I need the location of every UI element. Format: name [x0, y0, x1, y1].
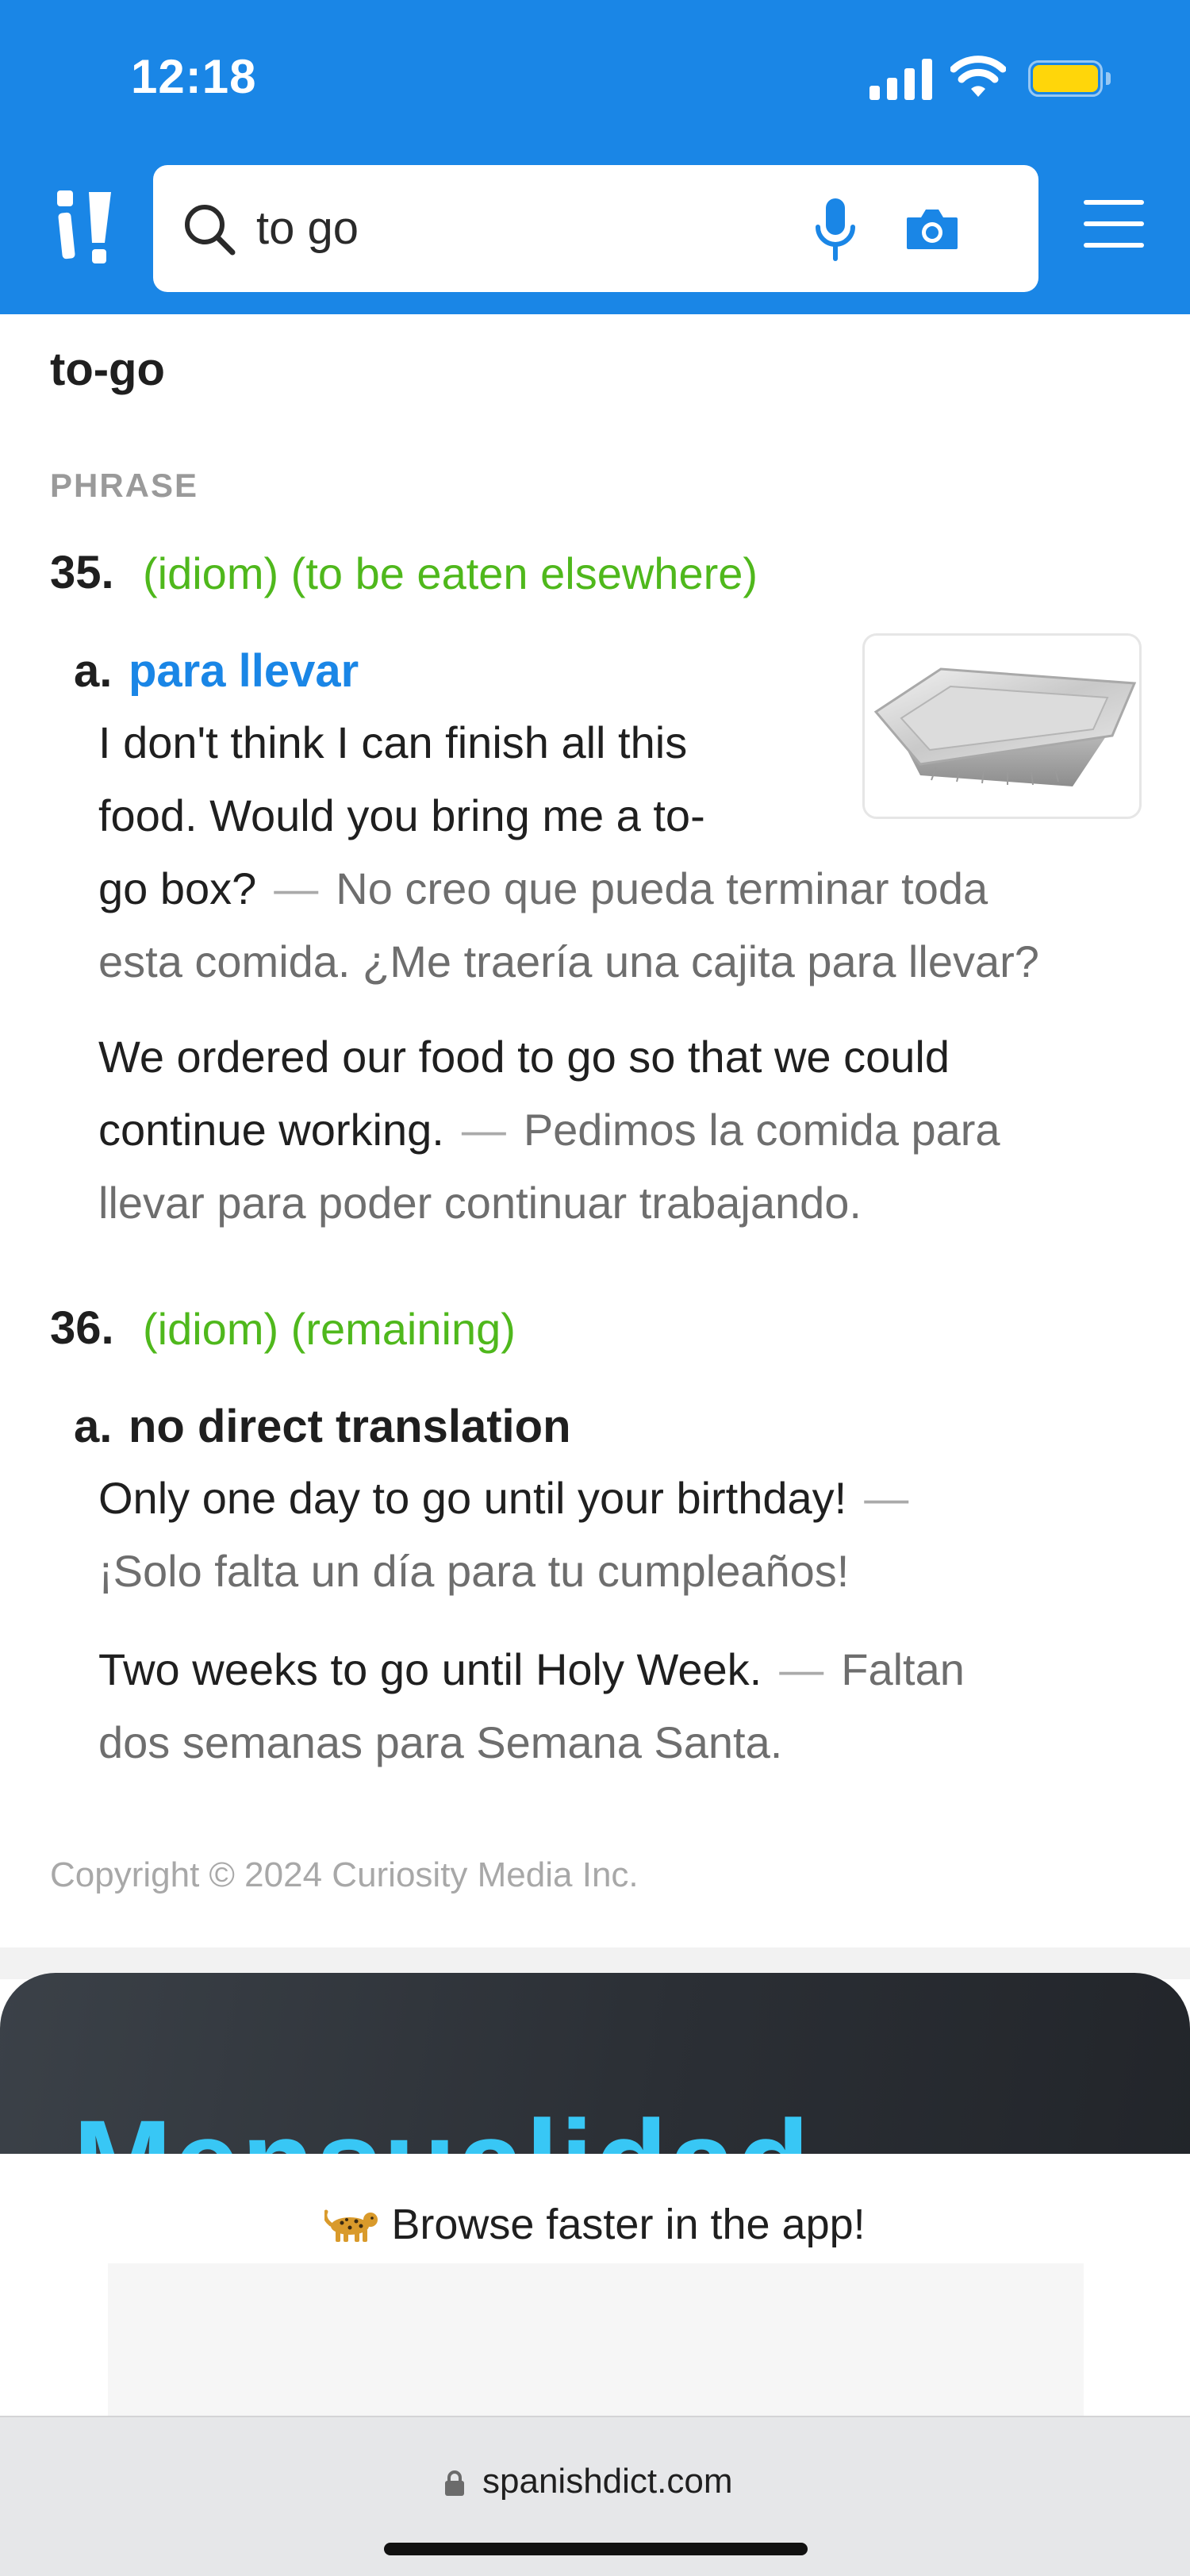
part-of-speech-label: PHRASE — [50, 467, 199, 504]
app-download-banner[interactable]: Browse faster in the app! — [0, 2154, 1190, 2416]
search-input[interactable]: to go — [153, 165, 1038, 292]
search-query-text[interactable]: to go — [256, 203, 359, 254]
example-dash: — — [779, 1644, 824, 1694]
example-spanish-text: Pedimos la comida para — [523, 1105, 1000, 1155]
example-spanish-text: Faltan — [841, 1644, 965, 1694]
example-english-line: go box? — [98, 863, 257, 913]
home-indicator[interactable] — [384, 2543, 808, 2555]
camera-icon[interactable] — [905, 206, 959, 251]
browser-url[interactable]: spanishdict.com — [482, 2462, 732, 2501]
cellular-signal-icon — [869, 59, 933, 100]
lock-icon — [445, 2470, 464, 2496]
example-sentence: Two weeks to go until Holy Week. — Faltan … — [98, 1633, 1161, 1779]
spanishdict-logo-icon[interactable] — [57, 190, 114, 267]
sense-number: 36. — [50, 1302, 114, 1354]
example-sentence: We ordered our food to go so that we cou… — [98, 1021, 1161, 1240]
sense-description: (idiom) (to be eaten elsewhere) — [143, 548, 758, 598]
example-spanish-text: esta comida. ¿Me traería una cajita para… — [98, 936, 1039, 986]
status-bar: 12:18 — [0, 0, 1190, 159]
example-dash: — — [864, 1473, 909, 1523]
translation-link[interactable]: para llevar — [129, 644, 359, 698]
app-banner-text: Browse faster in the app! — [391, 2201, 866, 2248]
example-dash: — — [274, 863, 319, 913]
example-spanish-text: dos semanas para Semana Santa. — [98, 1717, 783, 1767]
cheetah-icon — [324, 2209, 378, 2242]
battery-icon — [1028, 60, 1111, 97]
example-english-line: I don't think I can finish all this — [98, 717, 688, 767]
example-dash: — — [461, 1105, 506, 1155]
translation-text: no direct translation — [129, 1401, 571, 1452]
example-english-line: We ordered our food to go so that we cou… — [98, 1032, 950, 1082]
example-english-line: Only one day to go until your birthday! — [98, 1473, 847, 1523]
entry-headword: to-go — [50, 344, 165, 395]
example-sentence: I don't think I can finish all this food… — [98, 706, 1130, 998]
example-english-line: continue working. — [98, 1105, 444, 1155]
copyright-notice: Copyright © 2024 Curiosity Media Inc. — [50, 1855, 639, 1894]
example-sentence: Only one day to go until your birthday! —… — [98, 1462, 1161, 1608]
example-spanish-text: llevar para poder continuar trabajando. — [98, 1178, 862, 1228]
status-time: 12:18 — [131, 50, 257, 103]
app-banner-message[interactable]: Browse faster in the app! — [0, 2200, 1190, 2249]
example-english-line: food. Would you bring me a to- — [98, 790, 705, 840]
example-spanish-text: No creo que pueda terminar toda — [336, 863, 988, 913]
subsense-letter: a. — [74, 645, 113, 697]
wifi-icon — [950, 56, 1006, 97]
hamburger-menu-icon[interactable] — [1084, 200, 1144, 248]
microphone-icon[interactable] — [812, 195, 859, 263]
search-icon — [185, 205, 236, 256]
browser-address-bar[interactable]: spanishdict.com — [0, 2416, 1190, 2576]
example-spanish-text: ¡Solo falta un día para tu cumpleaños! — [98, 1546, 850, 1596]
sense-number: 35. — [50, 547, 114, 598]
example-english-line: Two weeks to go until Holy Week. — [98, 1644, 762, 1694]
app-header: 12:18 to go — [0, 0, 1190, 314]
ad-placeholder — [108, 2263, 1084, 2416]
subsense-letter: a. — [74, 1401, 113, 1452]
sense-description: (idiom) (remaining) — [143, 1304, 516, 1354]
